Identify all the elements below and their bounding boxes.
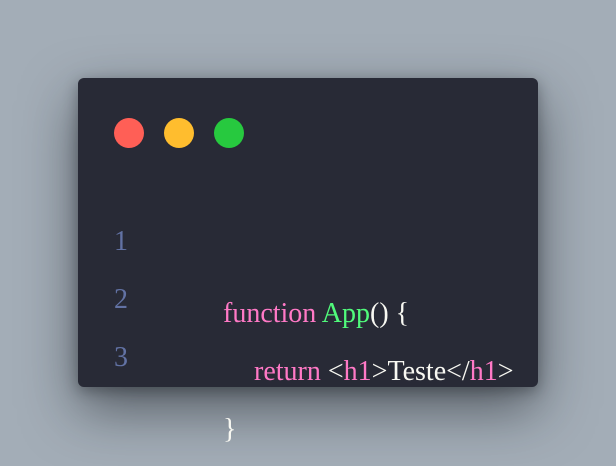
code-token: < bbox=[320, 356, 344, 387]
minimize-dot-icon[interactable] bbox=[164, 118, 194, 148]
code-token: > bbox=[497, 356, 514, 387]
code-token: >Teste</ bbox=[371, 356, 470, 387]
line-number: 3 bbox=[114, 342, 128, 373]
close-dot-icon[interactable] bbox=[114, 118, 144, 148]
code-token: h1 bbox=[343, 356, 372, 387]
code-window: 1 function App() { 2 return <h1>Teste</h… bbox=[78, 78, 538, 445]
code-line: 2 return <h1>Teste</h1> bbox=[78, 246, 538, 387]
code-token: return bbox=[254, 356, 321, 387]
code-line: 3 } bbox=[78, 304, 538, 445]
code-token: } bbox=[223, 414, 237, 445]
code-token: h1 bbox=[469, 356, 498, 387]
line-content: } bbox=[167, 376, 236, 466]
maximize-dot-icon[interactable] bbox=[214, 118, 244, 148]
code-line: 1 function App() { bbox=[78, 188, 538, 329]
